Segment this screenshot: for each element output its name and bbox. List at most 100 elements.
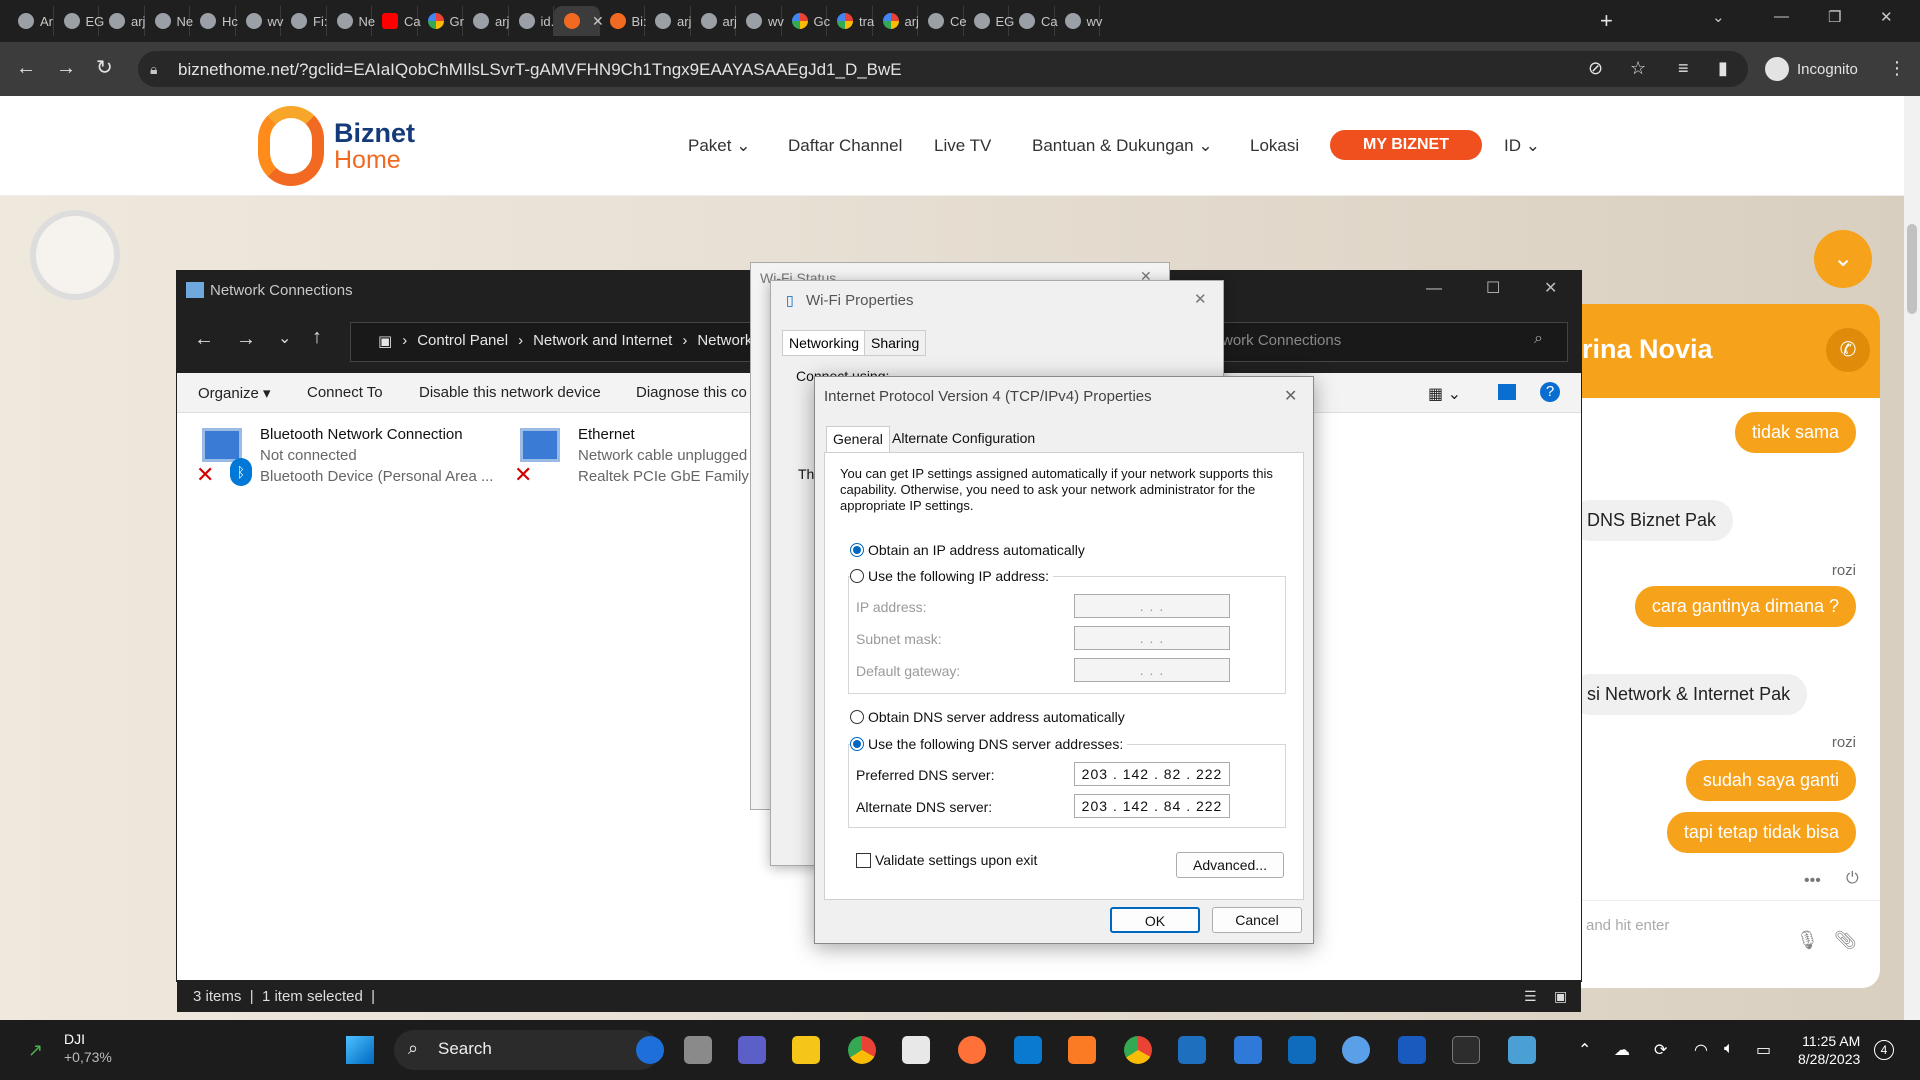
browser-tab[interactable]: Ar [8,6,54,36]
incognito-badge[interactable]: Incognito [1755,51,1868,87]
tab-general[interactable]: General [826,426,890,454]
view-options-icon[interactable]: ▦ ⌄ [1428,384,1461,404]
help-icon[interactable]: ? [1540,382,1560,402]
biznet-logo-icon[interactable] [258,106,324,186]
chat-input-placeholder[interactable]: and hit enter [1586,917,1669,934]
breadcrumb-network-internet[interactable]: Network and Internet [533,332,672,350]
teams-icon[interactable] [738,1036,766,1064]
logo-text[interactable]: Biznet [334,118,415,149]
details-view-icon[interactable]: ☰ [1524,988,1537,1005]
ipv4-close-button[interactable]: ✕ [1284,386,1297,406]
virtualbox-icon[interactable] [1178,1036,1206,1064]
use-following-dns-radio[interactable]: Use the following DNS server addresses: [850,736,1128,752]
file-explorer-icon[interactable] [792,1036,820,1064]
reload-icon[interactable]: ↻ [96,56,113,80]
power-icon[interactable]: ⏻ [1846,870,1859,888]
browser-tab[interactable]: ✕ [554,6,604,36]
tab-networking[interactable]: Networking [782,330,867,356]
cancel-button[interactable]: Cancel [1212,907,1302,933]
browser-tab[interactable]: Gc [782,6,830,36]
subnet-mask-field[interactable]: . . . [1074,626,1230,650]
use-following-ip-radio[interactable]: Use the following IP address: [850,568,1054,584]
explorer-minimize-button[interactable]: — [1426,280,1442,298]
system-clock[interactable]: 11:25 AM 8/28/2023 [1798,1032,1860,1068]
list-item[interactable]: ✕ Ethernet Network cable unplugged Realt… [514,424,764,487]
breadcrumb-control-panel[interactable]: Control Panel [417,332,508,350]
forward-icon[interactable]: → [56,56,76,80]
browser-tab[interactable]: wv [236,6,283,36]
browser-tab[interactable]: Bi: [600,6,647,36]
wifi-properties-close-button[interactable]: ✕ [1194,290,1207,308]
tracking-blocked-icon[interactable]: ⊘ [1588,58,1603,79]
browser-tab[interactable]: EG [54,6,104,36]
wifi-icon[interactable]: ◠ [1694,1040,1708,1060]
advanced-button[interactable]: Advanced... [1176,852,1284,878]
lock-icon[interactable]: 🔒︎ [150,61,157,78]
preview-pane-icon[interactable] [1498,384,1516,400]
notepad-icon[interactable] [1234,1036,1262,1064]
forward-arrow-icon[interactable]: → [236,328,256,351]
back-icon[interactable]: ← [16,56,36,80]
validate-settings-checkbox[interactable]: Validate settings upon exit [856,852,1037,868]
chat-toggle-button[interactable]: ⌄ [1814,230,1872,288]
attachment-icon[interactable]: 📎︎ [1834,930,1857,951]
browser-tab[interactable]: arj [99,6,145,36]
more-options-icon[interactable]: ••• [1804,872,1821,890]
nav-daftar-channel[interactable]: Daftar Channel [788,136,902,156]
alternate-dns-field[interactable]: 203 . 142 . 84 . 222 [1074,794,1230,818]
phone-icon[interactable]: ✆ [1826,328,1870,372]
browser-tab[interactable]: arj [873,6,919,36]
browser-tab[interactable]: wv [1055,6,1102,36]
search-icon[interactable]: ⌕ [1534,330,1543,348]
restore-button[interactable]: ❐ [1828,8,1841,26]
onedrive-icon[interactable]: ☁ [1614,1040,1630,1060]
nav-lokasi[interactable]: Lokasi [1250,136,1299,156]
tab-alternate-configuration[interactable]: Alternate Configuration [886,426,1041,450]
nav-live-tv[interactable]: Live TV [934,136,991,156]
browser-tab[interactable]: Gr [418,6,464,36]
taskbar-search[interactable]: Search [394,1030,660,1070]
store-icon[interactable] [902,1036,930,1064]
browser-tab[interactable]: Hc [190,6,238,36]
browser-tab[interactable]: EG [964,6,1014,36]
obtain-dns-auto-radio[interactable]: Obtain DNS server address automatically [850,709,1125,725]
remote-desktop-icon[interactable] [1508,1036,1536,1064]
logo-subtext[interactable]: Home [334,146,401,175]
browser-tab[interactable]: Ca [1009,6,1058,36]
up-arrow-icon[interactable]: ↑ [312,326,322,349]
browser-tab[interactable]: arj [463,6,509,36]
notification-badge[interactable]: 4 [1874,1040,1894,1060]
url-text[interactable]: biznethome.net/?gclid=EAIaIQobChMIlsLSvr… [178,60,902,80]
sync-icon[interactable]: ⟳ [1654,1040,1667,1060]
explorer-maximize-button[interactable]: ☐ [1486,278,1500,298]
ok-button[interactable]: OK [1110,907,1200,933]
preferred-dns-field[interactable]: 203 . 142 . 82 . 222 [1074,762,1230,786]
xampp-icon[interactable] [1068,1036,1096,1064]
volume-icon[interactable]: 🔈︎ [1724,1040,1734,1058]
disable-device-button[interactable]: Disable this network device [419,384,601,401]
diagnose-button[interactable]: Diagnose this co [636,384,747,401]
explorer-close-button[interactable]: ✕ [1544,278,1557,298]
obtain-ip-auto-radio[interactable]: Obtain an IP address automatically [850,542,1085,558]
chrome-icon[interactable] [848,1036,876,1064]
explorer-search-input[interactable]: work Connections [1222,332,1341,349]
battery-icon[interactable]: ▭ [1756,1040,1771,1060]
browser-tab[interactable]: Ce [918,6,967,36]
minimize-button[interactable]: — [1774,8,1789,25]
connect-to-button[interactable]: Connect To [307,384,383,401]
tray-overflow-icon[interactable]: ⌃ [1578,1040,1591,1060]
close-button[interactable]: ✕ [1880,8,1893,26]
my-biznet-button[interactable]: MY BIZNET [1330,130,1482,160]
firefox-icon[interactable] [958,1036,986,1064]
phone-link-icon[interactable] [1342,1036,1370,1064]
task-view-icon[interactable] [684,1036,712,1064]
windows-start-icon[interactable] [346,1036,374,1064]
vscode-icon[interactable] [1014,1036,1042,1064]
stock-widget[interactable]: DJI +0,73% [64,1030,112,1066]
list-item[interactable]: ✕ ᛒ Bluetooth Network Connection Not conn… [196,424,493,487]
organize-menu[interactable]: Organize ▾ [198,384,271,402]
page-scrollbar[interactable] [1904,96,1920,1020]
back-arrow-icon[interactable]: ← [194,328,214,351]
outlook-icon[interactable] [1288,1036,1316,1064]
browser-tab[interactable]: tra [827,6,874,36]
